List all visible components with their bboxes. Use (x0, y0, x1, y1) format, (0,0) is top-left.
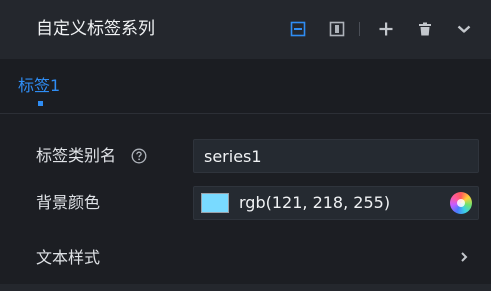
panel-header: 自定义标签系列 (0, 0, 491, 59)
chevron-down-icon[interactable] (455, 20, 473, 38)
plus-icon[interactable] (377, 20, 395, 38)
chevron-right-icon[interactable] (459, 249, 469, 263)
background-color-label: 背景颜色 (36, 193, 101, 212)
tab-label-1[interactable]: 标签1 (18, 76, 60, 96)
color-value: rgb(121, 218, 255) (239, 193, 391, 212)
background-color-picker[interactable]: rgb(121, 218, 255) (193, 186, 479, 220)
panel-title: 自定义标签系列 (36, 19, 155, 39)
tab-bar: 标签1 (0, 59, 491, 114)
question-circle-icon[interactable] (131, 148, 147, 164)
trash-icon[interactable] (416, 20, 434, 38)
color-wheel-icon[interactable] (450, 192, 472, 214)
active-tab-indicator (38, 101, 43, 106)
series-name-label: 标签类别名 (36, 146, 117, 165)
collapse-all-icon[interactable] (289, 20, 307, 38)
text-style-label: 文本样式 (36, 248, 101, 267)
header-separator (359, 22, 360, 36)
split-panel-icon[interactable] (328, 20, 346, 38)
color-swatch[interactable] (201, 193, 229, 213)
bottom-divider (0, 284, 491, 291)
series-name-input[interactable] (193, 139, 479, 173)
